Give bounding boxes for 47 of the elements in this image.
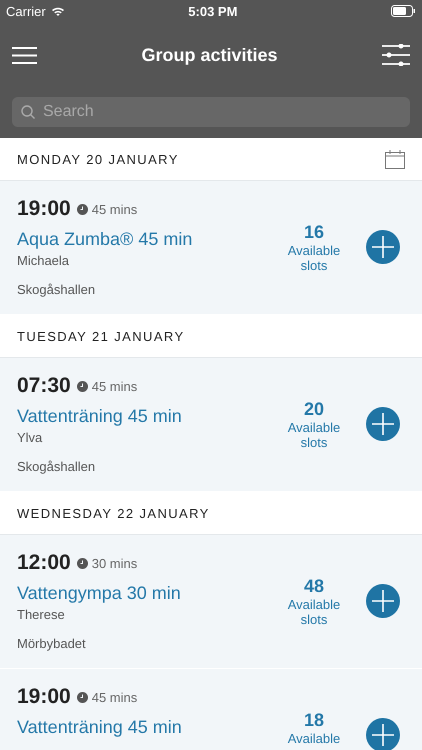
slots-label: Available slots xyxy=(288,420,340,450)
location-name: Skogåshallen xyxy=(17,459,96,474)
menu-button[interactable] xyxy=(12,46,37,64)
clock-icon xyxy=(76,380,88,392)
clock-icon xyxy=(76,204,88,214)
duration-label: 45 mins xyxy=(92,378,138,394)
instructor-name: Michaela xyxy=(17,253,70,268)
clock-icon xyxy=(76,558,88,568)
slots-count: 20 xyxy=(304,399,324,420)
search-icon xyxy=(21,105,35,119)
activity-title: Aqua Zumba® 45 min xyxy=(17,229,194,250)
day-heading: MONDAY 20 JANUARY xyxy=(17,152,179,166)
activity-time: 07:30 xyxy=(17,374,71,398)
wifi-icon xyxy=(50,6,65,16)
location-name: Skogåshallen xyxy=(17,282,96,297)
duration-label: 45 mins xyxy=(92,690,138,704)
activity-time: 12:00 xyxy=(17,551,71,575)
add-button[interactable] xyxy=(366,407,400,441)
page-title: Group activities xyxy=(141,44,278,66)
duration-label: 30 mins xyxy=(92,556,138,570)
instructor-name: Therese xyxy=(17,607,66,622)
battery-icon xyxy=(391,5,416,17)
slots-count: 48 xyxy=(304,576,324,597)
activity-title: Vattenträning 45 min xyxy=(17,717,183,738)
day-heading: WEDNESDAY 22 JANUARY xyxy=(17,506,210,520)
activity-title: Vattenträning 45 min xyxy=(17,406,183,427)
slots-label: Available xyxy=(288,731,340,746)
day-heading: TUESDAY 21 JANUARY xyxy=(17,328,185,344)
carrier-label: Carrier xyxy=(6,4,46,18)
duration-label: 45 mins xyxy=(92,202,138,216)
add-button[interactable] xyxy=(366,718,400,750)
activity-title: Vattengympa 30 min xyxy=(17,583,182,604)
slots-count: 18 xyxy=(304,710,324,731)
calendar-button[interactable] xyxy=(385,150,405,168)
search-field[interactable]: Search xyxy=(12,97,410,127)
activity-time: 19:00 xyxy=(17,197,71,221)
add-button[interactable] xyxy=(366,584,400,618)
add-button[interactable] xyxy=(366,230,400,264)
location-name: Mörbybadet xyxy=(17,636,87,651)
activity-time: 19:00 xyxy=(17,685,71,709)
slots-count: 16 xyxy=(304,222,324,243)
instructor-name: Ylva xyxy=(17,430,44,445)
clock-icon xyxy=(76,692,88,702)
filter-button[interactable] xyxy=(382,44,410,66)
slots-label: Available slots xyxy=(288,597,340,627)
clock-time: 5:03 PM xyxy=(188,4,238,18)
slots-label: Available slots xyxy=(288,243,340,273)
